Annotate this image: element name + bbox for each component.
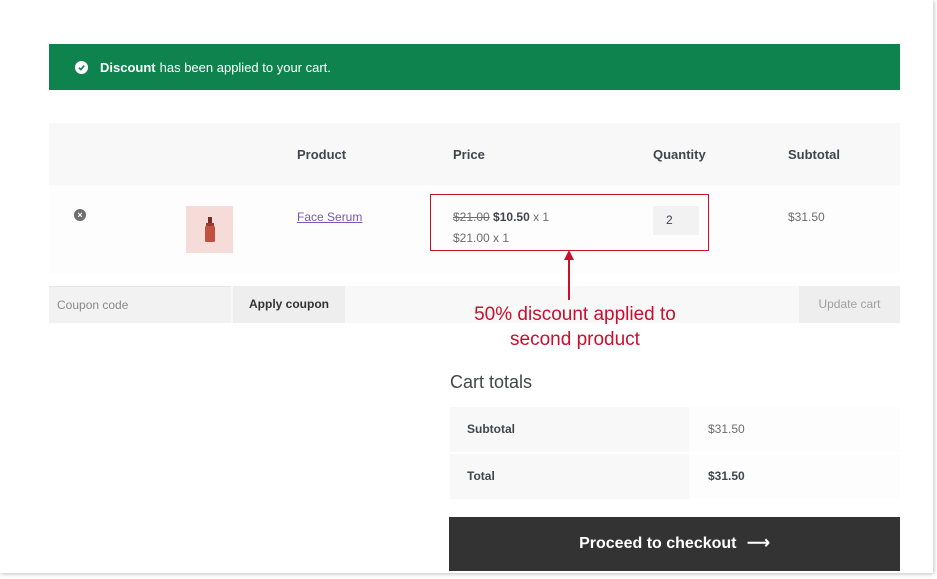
annotation-line-2: second product <box>510 329 640 350</box>
total-value: $31.50 <box>689 454 900 499</box>
proceed-to-checkout-button[interactable]: Proceed to checkout ⟶ <box>449 517 900 571</box>
check-circle-icon <box>75 60 88 74</box>
apply-coupon-button[interactable]: Apply coupon <box>233 286 345 323</box>
product-link[interactable]: Face Serum <box>297 210 362 224</box>
notice-text: has been applied to your cart. <box>159 59 331 75</box>
annotation-highlight-box <box>430 194 709 251</box>
cart-totals-table: Subtotal $31.50 Total $31.50 <box>450 407 900 501</box>
totals-row-total: Total $31.50 <box>450 454 900 499</box>
total-label: Total <box>450 454 689 499</box>
row-subtotal: $31.50 <box>788 210 825 224</box>
header-price: Price <box>453 147 485 162</box>
notice-bold: Discount <box>100 59 156 75</box>
annotation-text: 50% discount applied to second product <box>440 302 710 352</box>
totals-row-subtotal: Subtotal $31.50 <box>450 407 900 452</box>
serum-bottle-icon <box>204 216 215 242</box>
product-thumbnail[interactable] <box>186 206 233 253</box>
subtotal-label: Subtotal <box>450 407 689 452</box>
subtotal-value: $31.50 <box>689 407 900 452</box>
annotation-line-1: 50% discount applied to <box>474 304 676 325</box>
remove-x-icon[interactable]: × <box>74 209 86 221</box>
cart-table-header: Product Price Quantity Subtotal <box>49 123 900 185</box>
annotation-arrow-line <box>568 258 570 300</box>
cart-totals-title: Cart totals <box>450 372 533 392</box>
update-cart-button[interactable]: Update cart <box>799 286 900 323</box>
annotation-arrow-head-icon <box>564 250 574 260</box>
arrow-right-icon: ⟶ <box>746 535 770 552</box>
discount-notice: Discount has been applied to your cart. <box>49 44 900 90</box>
header-quantity: Quantity <box>653 147 706 162</box>
coupon-input[interactable]: Coupon code <box>49 286 231 323</box>
header-product: Product <box>297 147 347 162</box>
header-subtotal: Subtotal <box>788 147 840 162</box>
checkout-label: Proceed to checkout <box>579 535 737 552</box>
